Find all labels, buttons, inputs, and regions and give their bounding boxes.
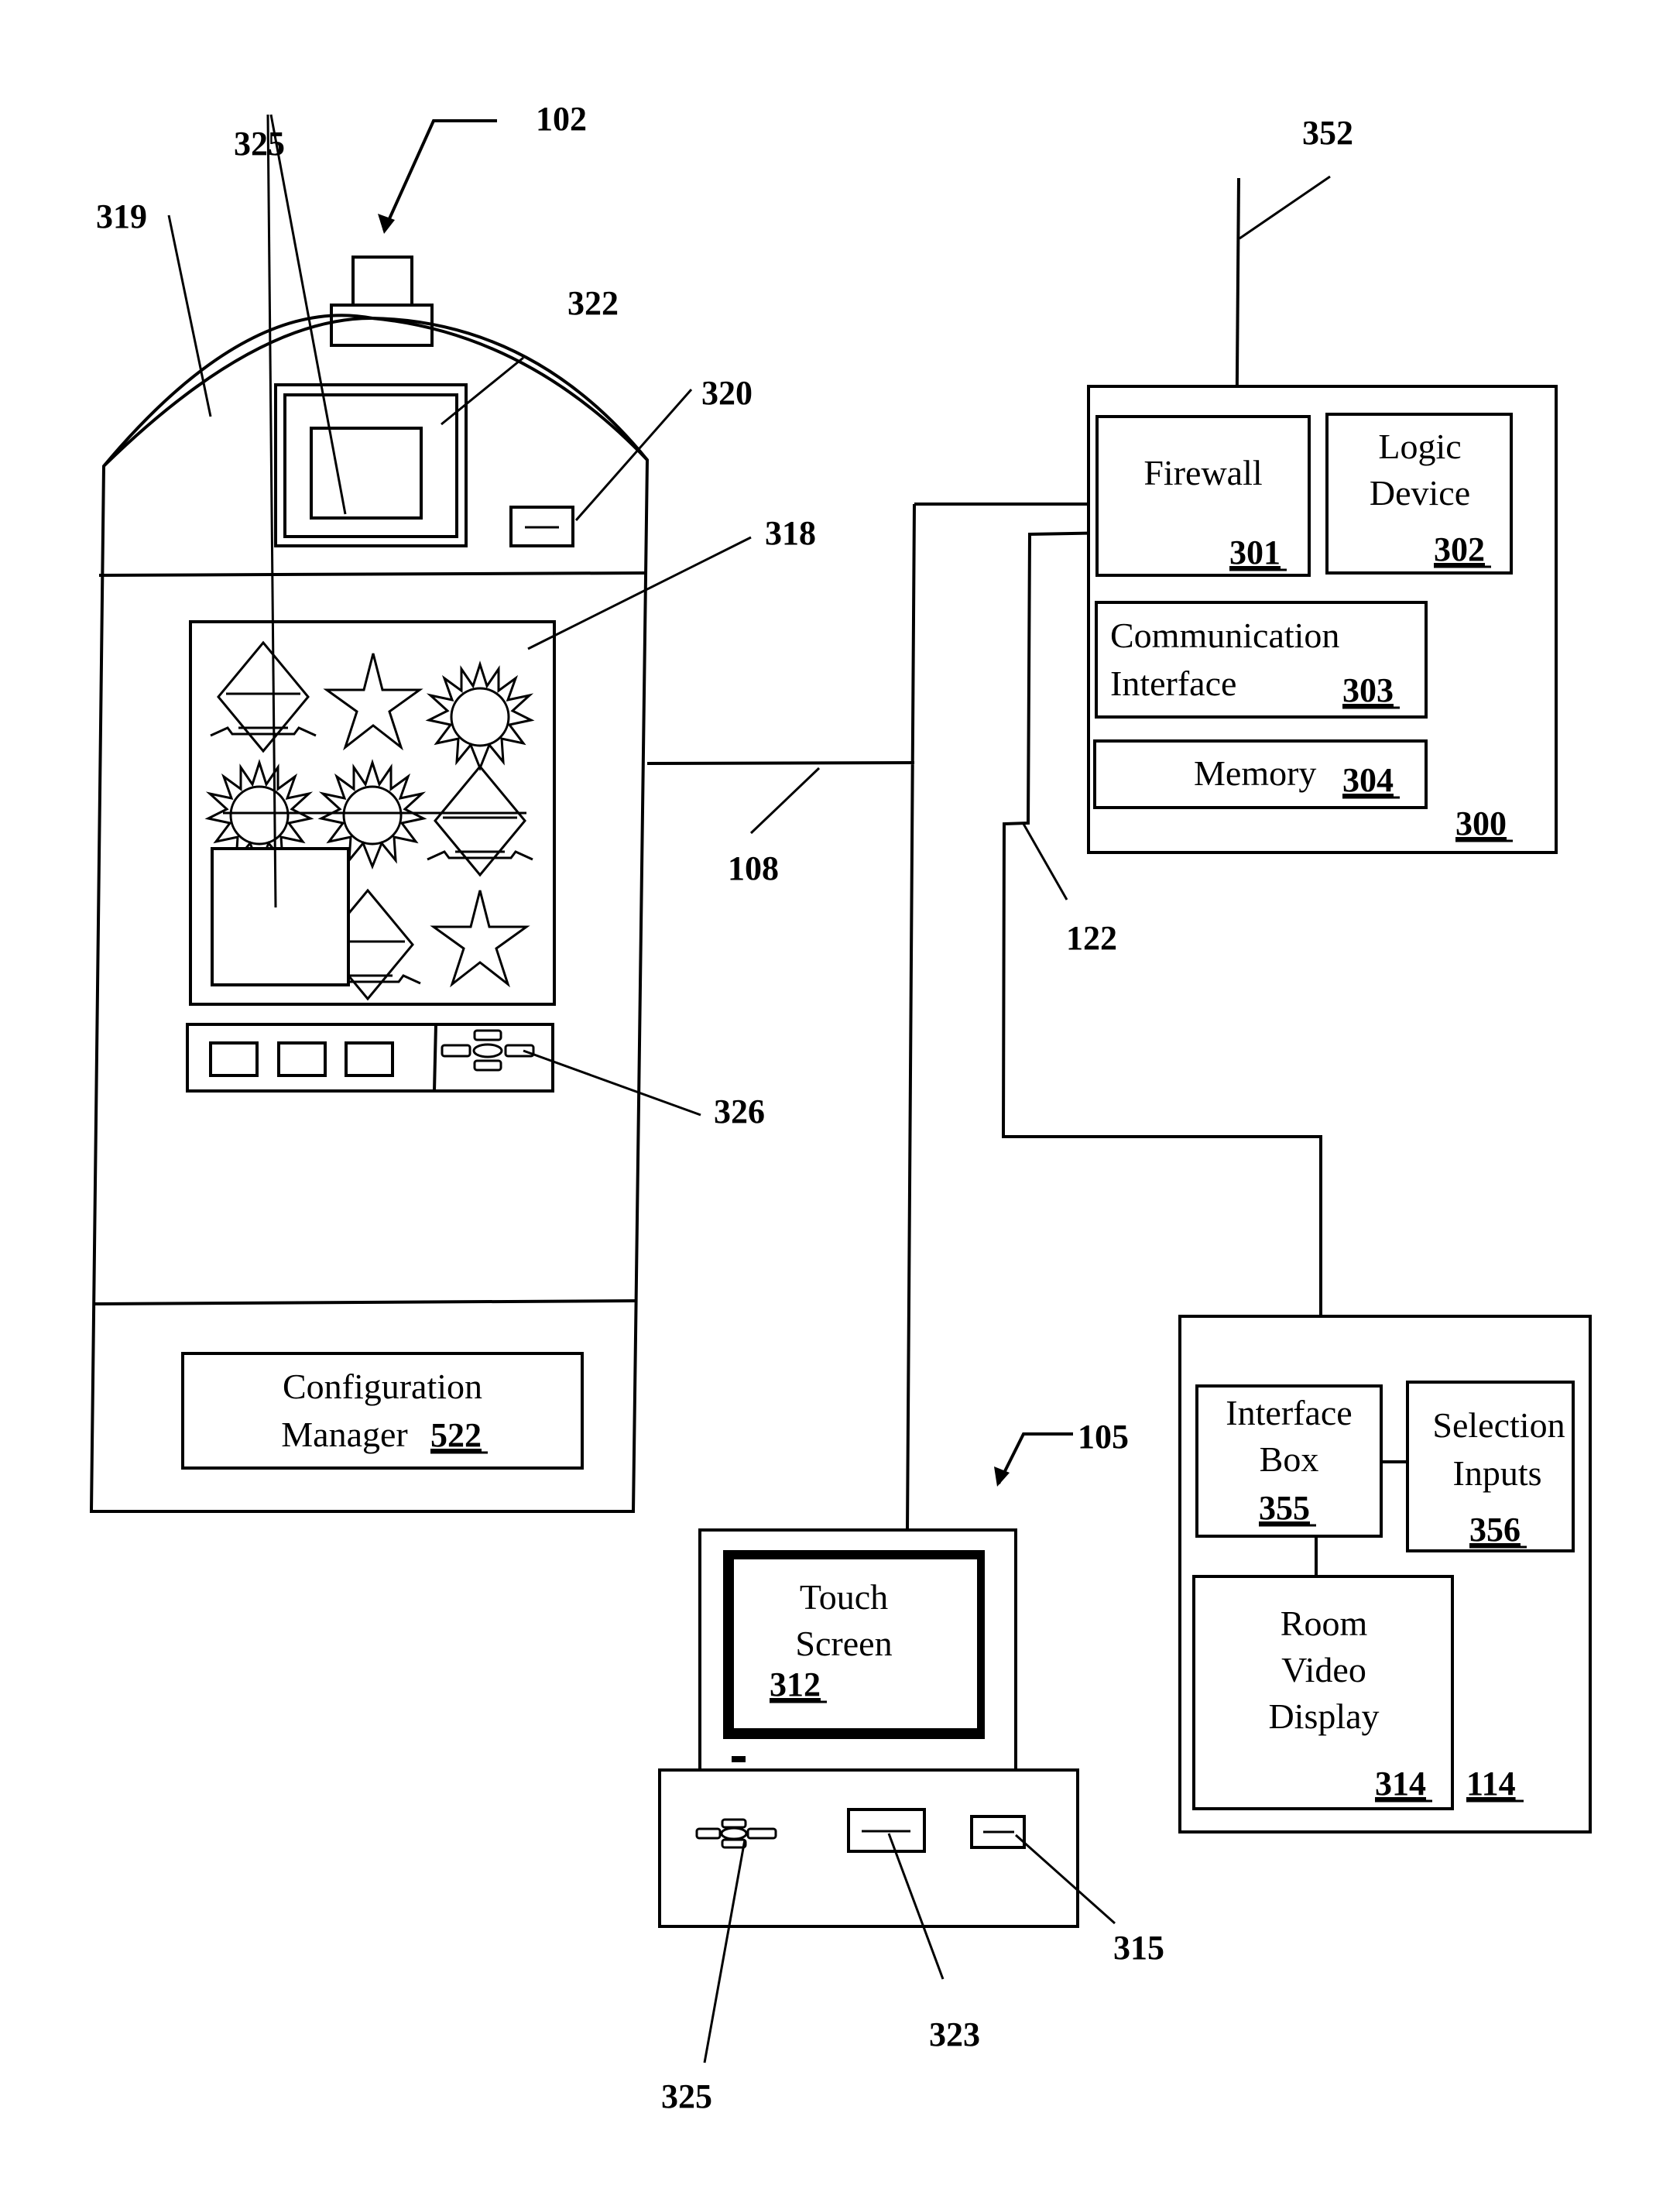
interface-box-line1: Interface xyxy=(1226,1393,1352,1432)
ref-108: 108 xyxy=(728,849,779,887)
leader-108 xyxy=(749,767,821,835)
ref-319: 319 xyxy=(96,197,147,235)
interface-box-ref: 355 xyxy=(1259,1489,1310,1527)
ref-323: 323 xyxy=(929,2015,980,2053)
memory-ref: 304 xyxy=(1342,761,1394,799)
leader-352 xyxy=(1239,175,1331,240)
game-button-3 xyxy=(345,1041,394,1077)
touch-screen-ref: 312 xyxy=(770,1665,821,1703)
config-manager-line2: Manager xyxy=(281,1415,407,1454)
touch-screen-line2: Screen xyxy=(795,1624,892,1663)
interface-box-line2: Box xyxy=(1260,1439,1319,1479)
bottom-divider xyxy=(92,1299,637,1305)
arrowhead-102 xyxy=(378,214,395,234)
ref-102: 102 xyxy=(536,100,587,138)
ref-325-terminal: 325 xyxy=(661,2077,712,2115)
ref-122: 122 xyxy=(1066,919,1117,957)
video-display-line3: Display xyxy=(1268,1696,1379,1736)
config-manager-line1: Configuration xyxy=(283,1367,482,1406)
logic-device-line1: Logic xyxy=(1378,427,1461,466)
video-display-line2: Video xyxy=(1281,1650,1366,1689)
tower-light-top xyxy=(351,256,413,307)
logic-device-line2: Device xyxy=(1370,473,1470,513)
player-tracking-display xyxy=(211,847,350,986)
video-display-ref: 314 xyxy=(1375,1765,1426,1803)
leader-318 xyxy=(527,536,752,650)
config-manager-ref: 522 xyxy=(430,1416,482,1454)
comm-interface-ref: 303 xyxy=(1342,671,1394,709)
terminal-105: Touch Screen 312 105 325 323 315 xyxy=(658,1418,1164,2115)
patent-figure: Configuration Manager 522 102 325 319 32… xyxy=(89,100,1592,2115)
selection-inputs-ref: 356 xyxy=(1469,1511,1521,1549)
ref-105: 105 xyxy=(1078,1418,1129,1456)
ref-352: 352 xyxy=(1302,114,1353,152)
selection-inputs-line1: Selection xyxy=(1432,1405,1565,1445)
leader-105 xyxy=(997,1432,1073,1484)
gaming-machine: Configuration Manager 522 102 325 319 32… xyxy=(89,100,816,1513)
selection-inputs-line2: Inputs xyxy=(1453,1453,1542,1493)
ref-315: 315 xyxy=(1113,1929,1164,1967)
leader-102 xyxy=(382,119,497,232)
room-114: Interface Box 355 Selection Inputs 356 R… xyxy=(1178,1315,1592,1834)
room-ref: 114 xyxy=(1466,1765,1516,1803)
video-display-line1: Room xyxy=(1281,1604,1368,1643)
top-divider xyxy=(98,571,648,577)
ref-325: 325 xyxy=(234,125,285,163)
ref-326: 326 xyxy=(714,1093,765,1130)
firewall-ref: 301 xyxy=(1229,533,1281,571)
touch-screen-line1: Touch xyxy=(800,1577,888,1617)
ref-322: 322 xyxy=(567,284,619,322)
firewall-label: Firewall xyxy=(1143,453,1262,492)
memory-label: Memory xyxy=(1194,753,1316,793)
comm-interface-line2: Interface xyxy=(1110,664,1236,703)
ref-320: 320 xyxy=(701,374,753,412)
server-ref: 300 xyxy=(1455,804,1507,842)
network-link-108 xyxy=(646,503,1115,1531)
ref-318: 318 xyxy=(765,514,816,552)
power-led xyxy=(732,1756,746,1762)
secondary-display-inner xyxy=(310,427,423,520)
button-panel-divider xyxy=(433,1024,437,1092)
game-button-1 xyxy=(209,1041,259,1077)
game-button-2 xyxy=(277,1041,327,1077)
leader-319 xyxy=(167,214,212,417)
server-300: Firewall 301 Logic Device 302 Communicat… xyxy=(1087,385,1558,854)
logic-device-ref: 302 xyxy=(1434,530,1485,568)
leader-122 xyxy=(1022,823,1068,900)
comm-interface-line1: Communication xyxy=(1110,616,1339,655)
